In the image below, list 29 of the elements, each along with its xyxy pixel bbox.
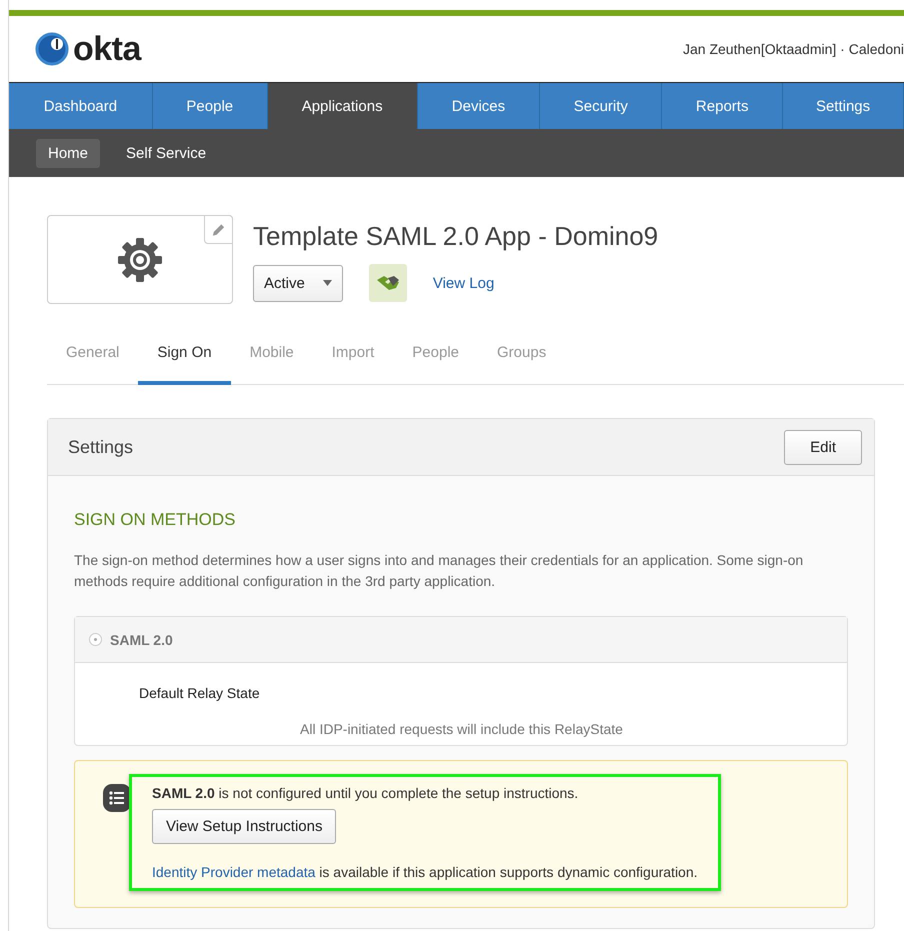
logo-wordmark[interactable]: okta [73,30,141,68]
app-title: Template SAML 2.0 App - Domino9 [253,221,658,252]
handshake-icon [376,274,400,292]
setup-instructions-button[interactable]: View Setup Instructions [152,809,336,844]
panel-title: Settings [68,436,134,458]
field-hint: All IDP-initiated requests will include this RelayState [299,720,624,739]
user-account[interactable]: Jan Zeuthen[Oktaadmin] · Caledoni [682,41,904,57]
field-label: Default Relay State [138,684,261,701]
gear-icon [117,236,163,282]
list-icon [103,784,131,812]
view-log-link[interactable]: View Log [432,274,494,292]
metadata-note: Identity Provider metadata is available if this application supports dynamic configuration. [152,864,698,880]
pencil-icon [211,222,226,238]
caret-icon [322,280,332,286]
section-description: The sign-on method determines how a user signs into and manages their credentials for an application. Some sign-on methods require additional configuration in the 3rd party application. [74,551,804,591]
section-heading: SIGN ON METHODS [74,510,237,530]
method-label: SAML 2.0 [110,632,173,648]
edit-button[interactable]: Edit [784,430,862,464]
logo-icon [35,32,69,66]
nav-tab[interactable]: Applications [268,83,418,129]
metadata-link[interactable]: Identity Provider metadata [152,864,316,880]
subnav-item[interactable]: Home [36,138,100,168]
handshake-button[interactable] [368,264,407,302]
subnav-item[interactable]: Self Service [114,138,218,168]
app-tab[interactable]: Sign On [138,336,231,385]
status-dropdown[interactable]: Active [253,264,343,302]
edit-logo-button[interactable] [204,215,233,244]
notice-message: SAML 2.0 is not configured until you complete the setup instructions. [152,785,580,801]
radio-button[interactable] [89,633,102,646]
